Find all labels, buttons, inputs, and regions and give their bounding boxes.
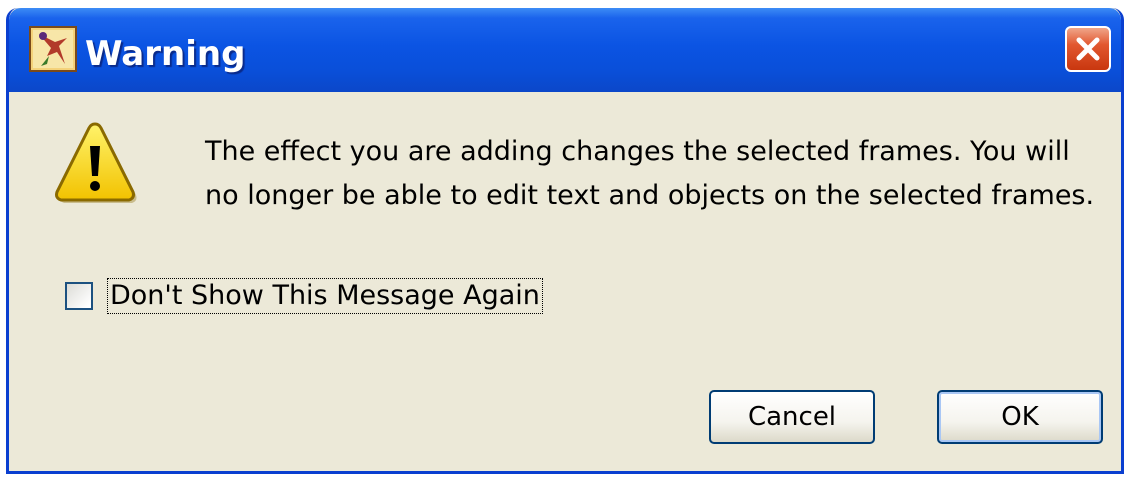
ok-button[interactable]: OK <box>937 390 1103 444</box>
dont-show-again-checkbox[interactable] <box>65 282 93 310</box>
dont-show-again-option[interactable]: Don't Show This Message Again <box>65 276 543 316</box>
window-title: Warning <box>85 34 246 74</box>
dont-show-again-label[interactable]: Don't Show This Message Again <box>107 278 543 314</box>
cancel-button[interactable]: Cancel <box>709 390 875 444</box>
close-button[interactable] <box>1065 26 1111 72</box>
warning-dialog: Warning The effect you are adding change… <box>6 8 1124 474</box>
warning-message: The effect you are adding changes the se… <box>205 136 1095 211</box>
application-icon <box>29 26 77 72</box>
title-bar[interactable]: Warning <box>9 8 1121 92</box>
close-icon <box>1076 37 1100 61</box>
warning-icon <box>53 120 137 204</box>
